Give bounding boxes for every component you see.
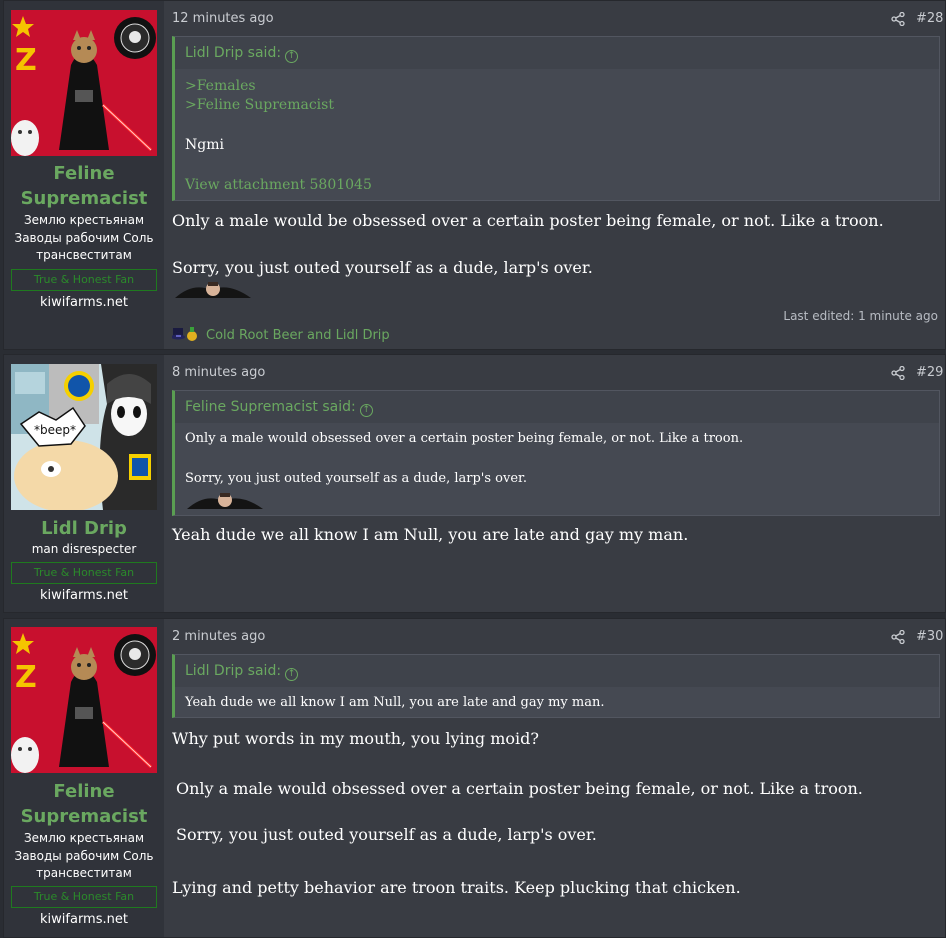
username-line-2[interactable]: Supremacist xyxy=(4,804,164,829)
user-title-line: трансвеститам xyxy=(36,866,132,880)
post-number[interactable]: #29 xyxy=(916,365,943,380)
quote-text: Only a male would obsessed over a certai… xyxy=(185,431,744,446)
reactions-bar[interactable]: Cold Root Beer and Lidl Drip xyxy=(172,326,390,343)
user-site: kiwifarms.net xyxy=(40,295,128,310)
post-time[interactable]: 8 minutes ago xyxy=(172,365,265,380)
user-title: Землю крестьянам Заводы рабочим Соль тра… xyxy=(4,830,164,883)
last-edited: Last edited: 1 minute ago xyxy=(783,309,938,323)
sticker-image xyxy=(175,282,251,298)
username[interactable]: Feline Supremacist xyxy=(4,161,164,211)
reaction-users[interactable]: Cold Root Beer and Lidl Drip xyxy=(206,328,390,343)
user-sidebar: *beep* Lidl Drip man disrespecter True &… xyxy=(4,355,164,612)
user-site: kiwifarms.net xyxy=(40,912,128,927)
avatar-text: *beep* xyxy=(34,423,76,437)
post-29: *beep* Lidl Drip man disrespecter True &… xyxy=(3,354,946,613)
avatar[interactable]: Z xyxy=(11,627,157,773)
user-banner: True & Honest Fan xyxy=(11,269,157,291)
post-time[interactable]: 2 minutes ago xyxy=(172,629,265,644)
username-line-1[interactable]: Lidl Drip xyxy=(4,516,164,541)
quote-text: Yeah dude we all know I am Null, you are… xyxy=(185,695,605,710)
share-icon[interactable] xyxy=(891,630,905,644)
user-title-line: Землю крестьянам xyxy=(23,213,145,227)
post-body-line: Sorry, you just outed yourself as a dude… xyxy=(176,825,597,844)
post-body-line: Sorry, you just outed yourself as a dude… xyxy=(172,258,593,277)
post-body-line: Why put words in my mouth, you lying moi… xyxy=(172,729,539,748)
post-time[interactable]: 12 minutes ago xyxy=(172,11,274,26)
user-sidebar: Z Feline Supremacist Землю крестьянам За… xyxy=(4,1,164,349)
quote-header[interactable]: Feline Supremacist said: ↑ xyxy=(175,391,939,423)
greentext-line: >Feline Supremacist xyxy=(185,97,334,113)
post-body-line: Lying and petty behavior are troon trait… xyxy=(172,878,741,897)
svg-text:Z: Z xyxy=(15,660,37,695)
reaction-icon xyxy=(172,327,197,341)
quote-header[interactable]: Lidl Drip said: ↑ xyxy=(175,655,939,687)
avatar[interactable]: *beep* xyxy=(11,364,157,510)
user-title-line: Заводы рабочим Соль xyxy=(14,848,154,863)
user-title-line: Землю крестьянам xyxy=(23,831,145,845)
quote-block: Lidl Drip said: ↑ Yeah dude we all know I… xyxy=(172,654,940,718)
post-body-line: Yeah dude we all know I am Null, you are… xyxy=(172,525,689,544)
user-site: kiwifarms.net xyxy=(40,588,128,603)
quote-jump-icon[interactable]: ↑ xyxy=(285,50,299,63)
username[interactable]: Lidl Drip xyxy=(4,516,164,541)
quote-block: Lidl Drip said: ↑ >Females >Feline Suprem… xyxy=(172,36,940,201)
post-number[interactable]: #28 xyxy=(916,11,943,26)
user-title: Землю крестьянам Заводы рабочим Соль тра… xyxy=(4,212,164,265)
user-title-line: трансвеститам xyxy=(36,248,132,262)
user-banner: True & Honest Fan xyxy=(11,886,157,908)
post-30: Z Feline Supremacist Землю крестьянам За… xyxy=(3,618,946,938)
username-line-1[interactable]: Feline xyxy=(4,161,164,186)
post-number[interactable]: #30 xyxy=(916,629,943,644)
quote-author[interactable]: Lidl Drip said: xyxy=(185,663,281,679)
quote-author[interactable]: Feline Supremacist said: xyxy=(185,399,356,415)
username[interactable]: Feline Supremacist xyxy=(4,779,164,829)
greentext-line: >Females xyxy=(185,78,256,94)
quote-text: Ngmi xyxy=(185,137,224,153)
user-title-line: Заводы рабочим Соль xyxy=(14,230,154,245)
post-28: Z Feline Supremacist Землю крестьянам За… xyxy=(3,0,946,350)
share-icon[interactable] xyxy=(891,12,905,26)
quote-jump-icon[interactable]: ↑ xyxy=(359,404,373,417)
quote-block: Feline Supremacist said: ↑ Only a male wo… xyxy=(172,390,940,516)
quote-text: Sorry, you just outed yourself as a dude… xyxy=(185,471,527,486)
username-line-2[interactable]: Supremacist xyxy=(4,186,164,211)
quote-jump-icon[interactable]: ↑ xyxy=(285,668,299,681)
avatar[interactable]: Z xyxy=(11,10,157,156)
user-title: man disrespecter xyxy=(4,541,164,559)
sticker-image xyxy=(187,493,263,509)
post-body-line: Only a male would be obsessed over a cer… xyxy=(172,211,884,230)
post-body-line: Only a male would obsessed over a certai… xyxy=(176,779,863,798)
user-sidebar: Z Feline Supremacist Землю крестьянам За… xyxy=(4,619,164,937)
user-banner: True & Honest Fan xyxy=(11,562,157,584)
share-icon[interactable] xyxy=(891,366,905,380)
svg-text:Z: Z xyxy=(15,43,37,78)
quote-author[interactable]: Lidl Drip said: xyxy=(185,45,281,61)
username-line-1[interactable]: Feline xyxy=(4,779,164,804)
attachment-link[interactable]: View attachment 5801045 xyxy=(185,177,372,193)
quote-header[interactable]: Lidl Drip said: ↑ xyxy=(175,37,939,69)
user-title-line: man disrespecter xyxy=(31,542,137,556)
